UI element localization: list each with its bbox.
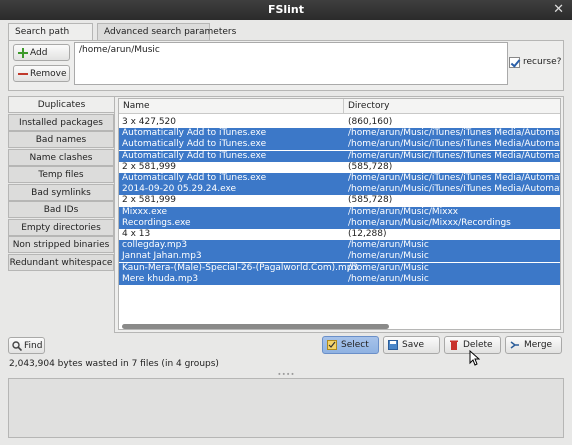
result-directory-cell: (12,288) — [348, 229, 387, 239]
horizontal-scrollbar[interactable] — [120, 323, 560, 329]
save-button[interactable]: Save — [383, 336, 440, 354]
sidebar-item-duplicates[interactable]: Duplicates — [8, 96, 114, 113]
result-row-file[interactable]: Jannat Jahan.mp3/home/arun/Music — [119, 251, 560, 263]
sidebar-item-name-clashes[interactable]: Name clashes — [8, 149, 114, 166]
merge-button[interactable]: Merge — [505, 336, 562, 354]
result-directory-cell: (860,160) — [348, 117, 393, 127]
result-row-file[interactable]: 2014-09-20 05.29.24.exe/home/arun/Music/… — [119, 184, 561, 196]
close-icon[interactable]: ✕ — [553, 2, 564, 17]
log-area — [8, 378, 564, 438]
result-name-cell: collegday.mp3 — [122, 240, 188, 251]
remove-button[interactable]: Remove — [13, 65, 70, 82]
save-label: Save — [402, 340, 425, 350]
result-name-cell: Automatically Add to iTunes.exe — [122, 128, 267, 139]
sidebar-item-bad-symlinks[interactable]: Bad symlinks — [8, 184, 114, 201]
result-directory-cell: (585,728) — [348, 195, 393, 206]
column-header-name[interactable]: Name — [123, 101, 150, 111]
select-button[interactable]: Select — [322, 336, 379, 354]
column-divider[interactable] — [343, 99, 344, 114]
result-row-file[interactable]: Automatically Add to iTunes.exe/home/aru… — [119, 150, 561, 162]
result-row-file[interactable]: Automatically Add to iTunes.exe/home/aru… — [119, 128, 561, 140]
window-title: FSlint — [267, 3, 305, 16]
save-icon — [388, 340, 398, 350]
result-name-cell: 4 x 13 — [122, 229, 151, 239]
add-label: Add — [30, 48, 48, 58]
results-tree[interactable]: Name Directory 3 x 427,520 (860,160) Autom… — [118, 98, 561, 330]
result-directory-cell: /home/arun/Music/iTunes/iTunes Media/Aut… — [348, 184, 561, 195]
sidebar-item-empty-directories[interactable]: Empty directories — [8, 219, 114, 236]
result-row-file[interactable]: collegday.mp3/home/arun/Music — [119, 240, 560, 252]
column-header-directory[interactable]: Directory — [348, 101, 389, 111]
result-row-group[interactable]: 3 x 427,520 (860,160) — [119, 117, 560, 128]
result-directory-cell: /home/arun/Music/Mixxx — [348, 206, 459, 217]
result-name-cell: Automatically Add to iTunes.exe — [122, 150, 267, 161]
minus-icon — [18, 73, 28, 75]
sidebar-item-bad-names[interactable]: Bad names — [8, 131, 114, 148]
result-name-cell: 2 x 581,999 — [122, 195, 176, 206]
result-row-file[interactable]: Automatically Add to iTunes.exe/home/aru… — [119, 173, 561, 184]
result-directory-cell: /home/arun/Music/Mixxx/Recordings — [348, 217, 511, 228]
sidebar-item-non-stripped-binaries[interactable]: Non stripped binaries — [8, 236, 114, 253]
search-path-panel: Add Remove /home/arun/Music recurse? — [8, 40, 564, 91]
merge-label: Merge — [524, 340, 553, 350]
search-path-list[interactable]: /home/arun/Music — [74, 42, 508, 85]
sidebar-item-installed-packages[interactable]: Installed packages — [8, 114, 114, 131]
select-label: Select — [341, 340, 369, 350]
plus-icon — [18, 48, 28, 58]
add-button[interactable]: Add — [13, 44, 70, 61]
result-directory-cell: /home/arun/Music — [348, 251, 429, 262]
scrollbar-thumb[interactable] — [122, 324, 389, 329]
result-name-cell: Mere khuda.mp3 — [122, 273, 199, 284]
sidebar-item-temp-files[interactable]: Temp files — [8, 166, 114, 183]
result-name-cell: Mixxx.exe — [122, 206, 168, 217]
window-titlebar: FSlint ✕ — [0, 0, 572, 20]
result-row-file[interactable]: Automatically Add to iTunes.exe/home/aru… — [119, 139, 561, 151]
find-button[interactable]: Find — [8, 337, 45, 354]
result-directory-cell: /home/arun/Music/iTunes/iTunes Media/Aut… — [348, 128, 561, 139]
select-icon — [327, 340, 337, 350]
result-directory-cell: /home/arun/Music/iTunes/iTunes Media/Aut… — [348, 150, 561, 161]
sidebar-item-bad-ids[interactable]: Bad IDs — [8, 201, 114, 218]
result-row-file[interactable]: Recordings.exe/home/arun/Music/Mixxx/Rec… — [119, 217, 560, 229]
result-name-cell: Automatically Add to iTunes.exe — [122, 139, 267, 150]
result-name-cell: Jannat Jahan.mp3 — [122, 251, 202, 262]
tab-advanced-search[interactable]: Advanced search parameters — [97, 23, 236, 40]
mouse-pointer-icon — [469, 350, 480, 366]
result-row-file[interactable]: Kaun-Mera-(Male)-Special-26-(Pagalworld.… — [119, 262, 560, 274]
status-text: 2,043,904 bytes wasted in 7 files (in 4 … — [9, 359, 219, 369]
sidebar-item-redundant-whitespace[interactable]: Redundant whitespace — [8, 254, 114, 271]
search-path-entry[interactable]: /home/arun/Music — [79, 45, 503, 55]
trash-icon — [450, 340, 458, 350]
magnifier-icon — [12, 341, 22, 351]
result-row-file[interactable]: Mere khuda.mp3/home/arun/Music — [119, 273, 560, 285]
result-name-cell: 2 x 581,999 — [122, 161, 176, 172]
duplicates-panel: Name Directory 3 x 427,520 (860,160) Autom… — [114, 96, 564, 333]
result-directory-cell: /home/arun/Music — [348, 273, 429, 284]
merge-icon — [510, 341, 519, 349]
recurse-checkbox[interactable] — [509, 57, 520, 68]
remove-label: Remove — [30, 69, 67, 79]
result-name-cell: 3 x 427,520 — [122, 117, 176, 127]
result-directory-cell: /home/arun/Music/iTunes/iTunes Media/Aut… — [348, 173, 561, 183]
results-header: Name Directory — [119, 99, 560, 114]
result-directory-cell: /home/arun/Music/iTunes/iTunes Media/Aut… — [348, 139, 561, 150]
result-row-group[interactable]: 2 x 581,999 (585,728) — [119, 161, 560, 173]
find-label: Find — [24, 341, 43, 351]
pane-divider-handle[interactable]: ∙∙∙∙ — [0, 371, 572, 378]
result-name-cell: 2014-09-20 05.29.24.exe — [122, 184, 237, 195]
result-directory-cell: /home/arun/Music — [348, 240, 429, 251]
tab-search-path[interactable]: Search path — [8, 23, 93, 41]
result-row-group[interactable]: 4 x 13 (12,288) — [119, 229, 560, 240]
result-name-cell: Recordings.exe — [122, 217, 191, 228]
result-name-cell: Automatically Add to iTunes.exe — [122, 173, 267, 183]
result-row-group[interactable]: 2 x 581,999 (585,728) — [119, 195, 560, 206]
result-name-cell: Kaun-Mera-(Male)-Special-26-(Pagalworld.… — [122, 262, 359, 273]
result-directory-cell: /home/arun/Music — [348, 262, 429, 273]
delete-label: Delete — [463, 340, 493, 350]
recurse-label: recurse? — [523, 57, 562, 67]
result-directory-cell: (585,728) — [348, 161, 393, 172]
result-row-file[interactable]: Mixxx.exe/home/arun/Music/Mixxx — [119, 206, 560, 218]
